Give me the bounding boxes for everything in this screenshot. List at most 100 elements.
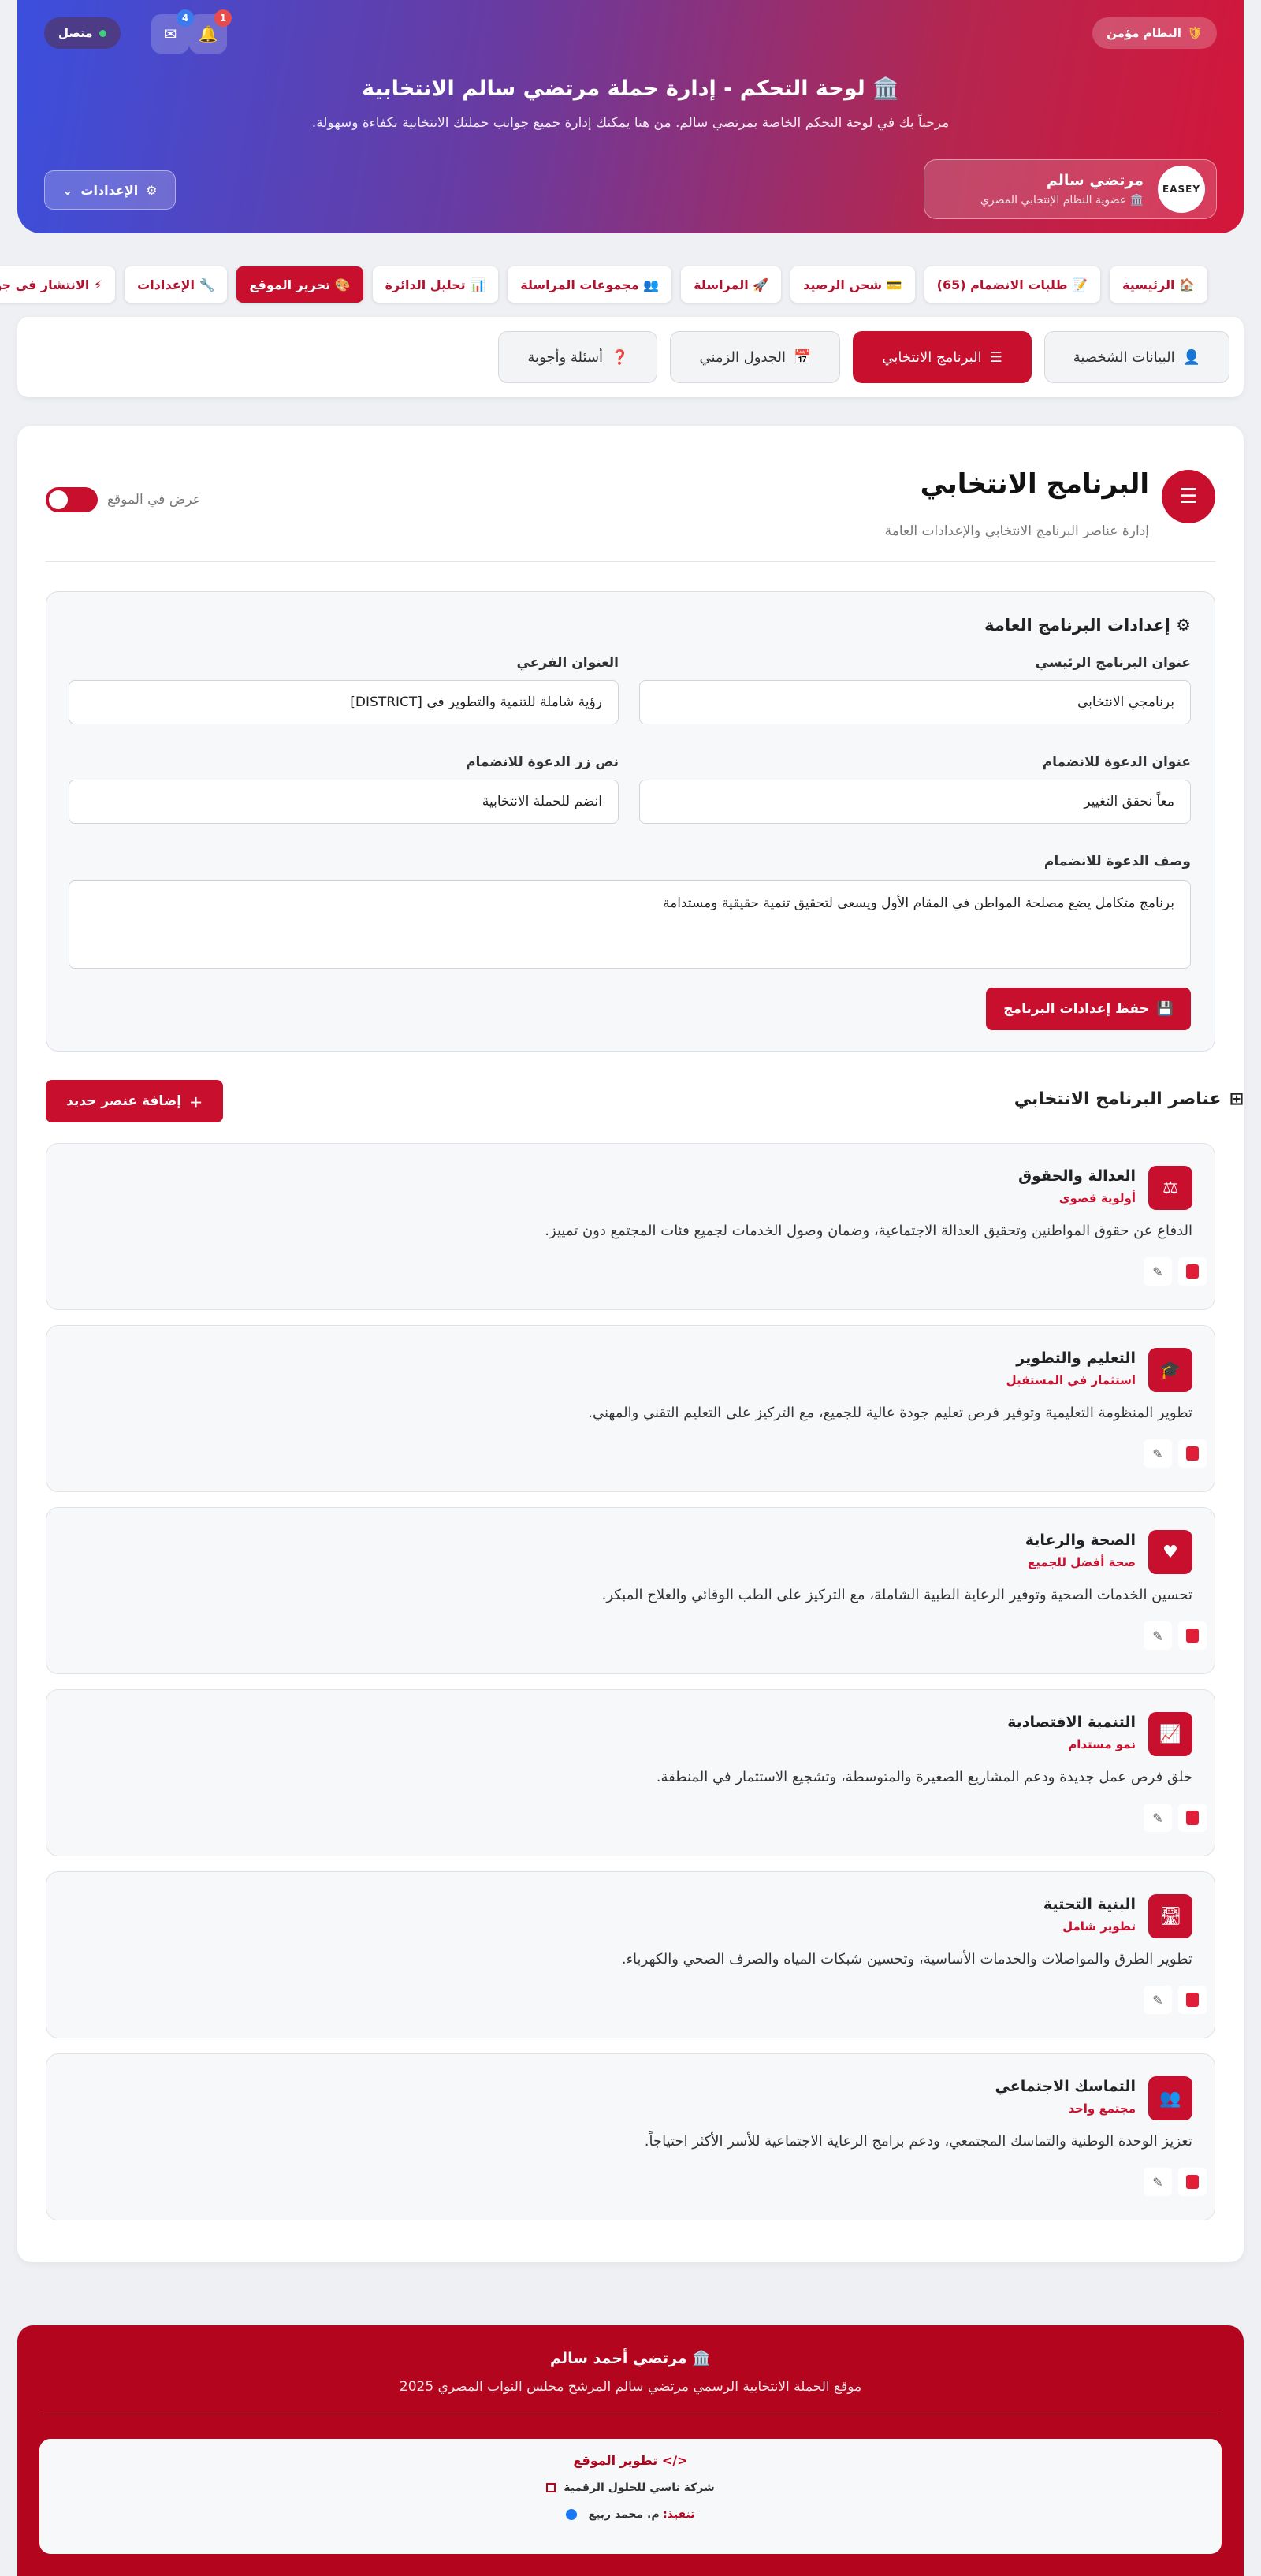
item-tag: استثمار في المستقبل <box>1006 1373 1136 1387</box>
item-tag: مجتمع واحد <box>1068 2101 1136 2116</box>
delete-button[interactable] <box>1178 2168 1207 2196</box>
settings-card-title: ⚙ إعدادات البرنامج العامة <box>984 616 1191 635</box>
delete-button[interactable] <box>1178 1257 1207 1286</box>
item-title: التنمية الاقتصادية <box>1007 1714 1136 1731</box>
tab-personal-data[interactable]: 👤 البيانات الشخصية <box>1043 331 1229 383</box>
tab-electoral-program[interactable]: ☰ البرنامج الانتخابي <box>853 331 1032 383</box>
sub-nav: 👤 البيانات الشخصية ☰ البرنامج الانتخابي 📅 ا… <box>17 317 1244 397</box>
cta-button-input[interactable]: انضم للحملة الانتخابية <box>69 780 619 824</box>
item-title: التماسك الاجتماعي <box>995 2078 1136 2095</box>
cta-desc-textarea[interactable]: برنامج متكامل يضع مصلحة المواطن في المقا… <box>69 880 1191 969</box>
program-item: ⚖ العدالة والحقوق أولوية قصوى الدفاع عن … <box>46 1143 1215 1310</box>
online-dot <box>99 29 106 37</box>
notifications-button[interactable]: 🔔 1 <box>189 9 232 54</box>
item-desc: تعزيز الوحدة الوطنية والتماسك المجتمعي، … <box>644 2133 1192 2150</box>
program-item: 🎓 التعليم والتطوير استثمار في المستقبل ت… <box>46 1325 1215 1492</box>
nav-item-google-reach[interactable]: ⚡ الانتشار في جوجل <box>0 266 116 303</box>
edit-button[interactable]: ✎ <box>1144 2168 1172 2196</box>
shield-icon: 🛡 <box>1187 26 1203 40</box>
chevron-down-icon: ⌄ <box>62 182 73 198</box>
heart-icon: ♥ <box>1148 1530 1192 1574</box>
trash-icon <box>1186 2175 1199 2189</box>
road-icon: 🛣 <box>1148 1894 1192 1938</box>
item-desc: الدفاع عن حقوق المواطنين وتحقيق العدالة … <box>545 1223 1192 1239</box>
item-tag: أولوية قصوى <box>1058 1191 1136 1205</box>
tab-timeline[interactable]: 📅 الجدول الزمني <box>670 331 841 383</box>
pencil-icon: ✎ <box>1152 1992 1163 2008</box>
edit-button[interactable]: ✎ <box>1144 1257 1172 1286</box>
user-icon: 👤 <box>1182 348 1200 366</box>
program-item: 🛣 البنية التحتية تطوير شامل تطوير الطرق … <box>46 1871 1215 2038</box>
cta-title-label: عنوان الدعوة للانضمام <box>1042 754 1191 770</box>
pencil-icon: ✎ <box>1152 1446 1163 1461</box>
messages-button[interactable]: ✉ 4 <box>151 9 194 54</box>
main-nav: 🏠 الرئيسية 📝 طلبات الانضمام (65) 💳 شحن ا… <box>0 266 1207 303</box>
nav-item-settings[interactable]: 🔧 الإعدادات <box>125 266 228 303</box>
list-icon: ☰ <box>989 348 1002 366</box>
facebook-icon[interactable] <box>566 2509 578 2520</box>
developer-company-name: شركة ناسي للحلول الرقمية <box>564 2481 715 2494</box>
pencil-icon: ✎ <box>1152 1810 1163 1826</box>
main-title-label: عنوان البرنامج الرئيسي <box>1035 655 1191 671</box>
credit-label: تنفيذ: <box>663 2508 695 2521</box>
secure-label: النظام مؤمن <box>1107 26 1181 40</box>
nav-item-district-analysis[interactable]: 📊 تحليل الدائرة <box>372 266 499 303</box>
edit-button[interactable]: ✎ <box>1144 1621 1172 1650</box>
online-status: متصل <box>44 17 121 49</box>
edit-button[interactable]: ✎ <box>1144 1439 1172 1468</box>
settings-dropdown-button[interactable]: ⚙ الإعدادات ⌄ <box>44 170 176 210</box>
nav-item-messaging[interactable]: 🚀 المراسلة <box>681 266 782 303</box>
scale-icon: ⚖ <box>1148 1166 1192 1210</box>
save-label: حفظ إعدادات البرنامج <box>1003 1001 1149 1017</box>
delete-button[interactable] <box>1178 1439 1207 1468</box>
tab-label: البيانات الشخصية <box>1073 348 1175 366</box>
show-on-site-toggle-group: عرض في الموقع <box>46 487 201 512</box>
main-title-input[interactable]: برنامجي الانتخابي <box>639 680 1191 724</box>
graduation-cap-icon: 🎓 <box>1148 1348 1192 1392</box>
secure-badge: 🛡 النظام مؤمن <box>1092 17 1217 49</box>
item-title: العدالة والحقوق <box>1018 1167 1136 1185</box>
delete-button[interactable] <box>1178 1804 1207 1832</box>
delete-button[interactable] <box>1178 1621 1207 1650</box>
delete-button[interactable] <box>1178 1986 1207 2014</box>
save-settings-button[interactable]: 💾 حفظ إعدادات البرنامج <box>986 988 1191 1030</box>
edit-button[interactable]: ✎ <box>1144 1986 1172 2014</box>
cta-title-input[interactable]: معاً نحقق التغيير <box>639 780 1191 824</box>
pencil-icon: ✎ <box>1152 2174 1163 2190</box>
gear-icon: ⚙ <box>1176 616 1191 635</box>
header-banner: 🛡 النظام مؤمن متصل 🔔 1 ✉ 4 🏛️ لوحة التحكم -… <box>17 0 1244 233</box>
program-item: 📈 التنمية الاقتصادية نمو مستدام خلق فرص … <box>46 1689 1215 1856</box>
show-on-site-toggle[interactable] <box>46 487 98 512</box>
add-item-button[interactable]: ＋ إضافة عنصر جديد <box>46 1080 224 1122</box>
developer-company[interactable]: شركة ناسي للحلول الرقمية <box>39 2481 1222 2494</box>
grid-icon: ⊞ <box>1229 1089 1244 1109</box>
subtitle-input[interactable]: رؤية شاملة للتنمية والتطوير في [DISTRICT… <box>69 680 619 724</box>
trash-icon <box>1186 1264 1199 1279</box>
nav-item-recharge[interactable]: 💳 شحن الرصيد <box>790 266 915 303</box>
program-section: ☰ البرنامج الانتخابي إدارة عناصر البرنام… <box>17 426 1244 2262</box>
calendar-icon: 📅 <box>794 348 812 366</box>
toggle-label: عرض في الموقع <box>107 492 201 508</box>
nav-item-messaging-groups[interactable]: 👥 مجموعات المراسلة <box>508 266 672 303</box>
gear-icon: ⚙ <box>146 182 158 198</box>
profile-name: مرتضي سالم <box>1046 172 1144 189</box>
settings-label: الإعدادات <box>80 182 139 198</box>
subtitle-label: العنوان الفرعي <box>516 655 619 671</box>
nav-item-home[interactable]: 🏠 الرئيسية <box>1110 266 1207 303</box>
page-title: 🏛️ لوحة التحكم - إدارة حملة مرتضي سالم ا… <box>362 76 899 101</box>
nav-item-join-requests[interactable]: 📝 طلبات الانضمام (65) <box>924 266 1100 303</box>
cta-button-label: نص زر الدعوة للانضمام <box>466 754 619 770</box>
cta-desc-label: وصف الدعوة للانضمام <box>1043 854 1191 869</box>
add-item-label: إضافة عنصر جديد <box>66 1093 182 1109</box>
edit-button[interactable]: ✎ <box>1144 1804 1172 1832</box>
nav-item-edit-site[interactable]: 🎨 تحرير الموقع <box>236 266 363 303</box>
item-tag: صحة أفضل للجميع <box>1028 1555 1136 1569</box>
program-item: 👥 التماسك الاجتماعي مجتمع واحد تعزيز الو… <box>46 2053 1215 2220</box>
tab-faq[interactable]: ❓ أسئلة وأجوبة <box>498 331 658 383</box>
question-icon: ❓ <box>611 348 629 366</box>
program-items-title-text: عناصر البرنامج الانتخابي <box>1014 1089 1222 1109</box>
credit-name: م. محمد ربيع <box>588 2508 660 2521</box>
profile-card[interactable]: EASEY مرتضي سالم 🏛️ عضوية النظام الإنتخا… <box>924 159 1217 219</box>
list-icon: ☰ <box>1162 470 1215 523</box>
item-title: التعليم والتطوير <box>1016 1349 1136 1367</box>
